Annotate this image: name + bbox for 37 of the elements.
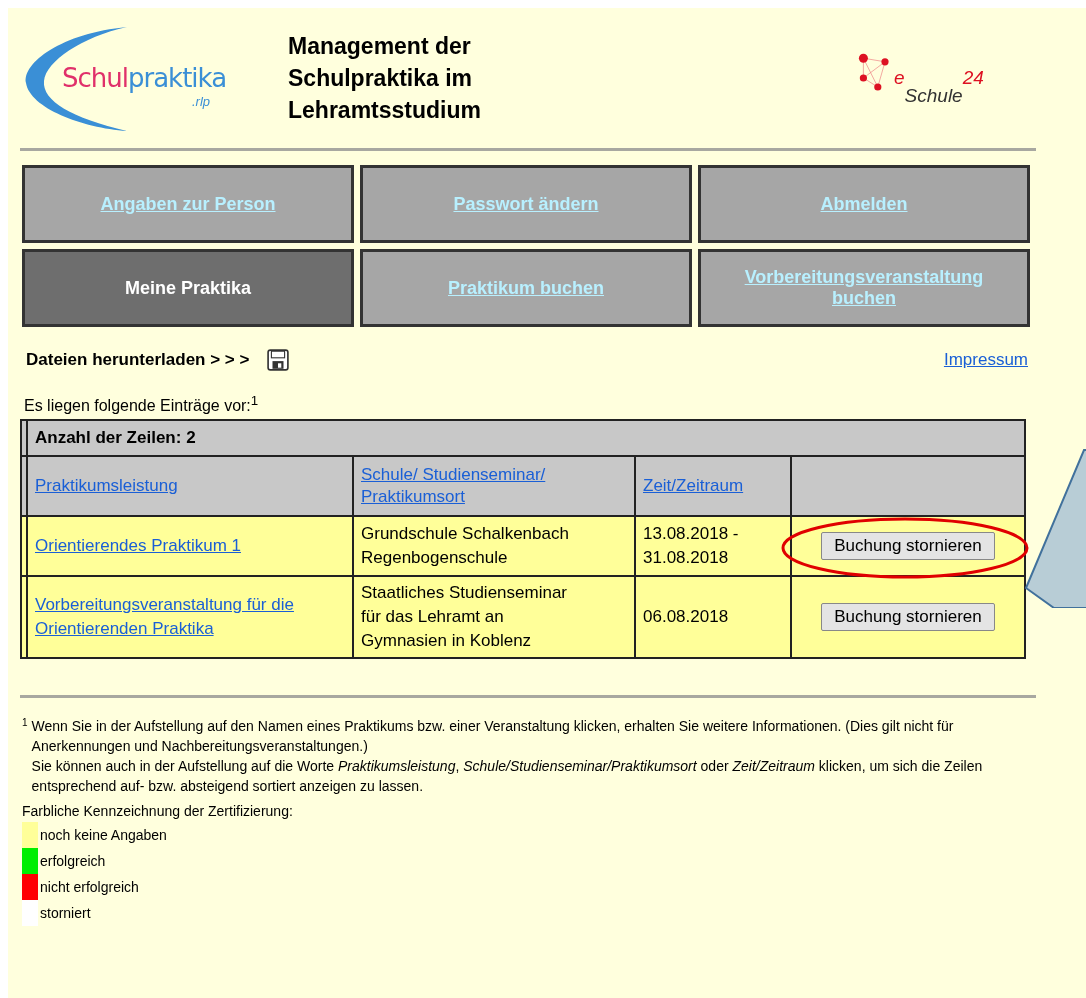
nav-tile[interactable]: Praktikum buchen	[360, 249, 692, 327]
nav-tile[interactable]: Angaben zur Person	[22, 165, 354, 243]
sort-link[interactable]: Zeit/Zeitraum	[643, 475, 783, 498]
nav-tile[interactable]: Vorbereitungsveranstaltung buchen	[698, 249, 1030, 327]
table-cell: Grundschule Schalkenbach Regenbogenschule	[353, 516, 635, 577]
footnote-text: Wenn Sie in der Aufstellung auf den Namen eines Praktikums bzw. einer Veranstaltung klicken, erhalten Sie weitere Informationen. (Dies gilt nicht für Anerkennungen und Nachbereitungsveranstaltungen.)	[31, 717, 955, 757]
table-cell: Staatliches Studienseminar für das Lehramt an Gymnasien in Koblenz	[353, 576, 635, 659]
nav-link[interactable]: Praktikum buchen	[447, 277, 604, 299]
legend-label: erfolgreich	[40, 853, 106, 870]
nav-tile[interactable]: Meine Praktika	[22, 249, 354, 327]
nav-link[interactable]: Abmelden	[820, 193, 908, 215]
sort-link[interactable]: Praktikumsleistung	[35, 475, 345, 498]
save-icon[interactable]	[267, 349, 290, 371]
sort-link[interactable]: Schule/ Studienseminar/ Praktikumsort	[361, 464, 627, 509]
legend-label: noch keine Angaben	[40, 827, 167, 844]
nav-link[interactable]: Passwort ändern	[453, 193, 599, 215]
legend-label: nicht erfolgreich	[40, 879, 139, 896]
cancel-booking-button[interactable]: Buchung stornieren	[821, 532, 995, 561]
nav-tile[interactable]: Abmelden	[698, 165, 1030, 243]
row-count: Anzahl der Zeilen: 2	[27, 420, 1025, 457]
intro-text: Es liegen folgende Einträge vor:$^{1}$	[24, 393, 260, 416]
footnote-text: Sie können auch in der Aufstellung auf die Worte Praktikumsleistung, Schule/Studienseminar/Praktikumsort oder Zeit/Zeitraum klicken, um sich die Zeilen entsprechend auf- bzw. absteigend sortiert anzeigen zu lassen.	[31, 757, 984, 797]
nav-link[interactable]: Vorbereitungsveranstaltung buchen	[721, 267, 1007, 309]
eschule-logo: e Schule 24	[858, 49, 984, 107]
page-title: Management der Schulpraktika im Lehramtsstudium	[288, 32, 482, 125]
impressum-link[interactable]: Impressum	[943, 350, 1028, 370]
nav-tile[interactable]: Passwort ändern	[360, 165, 692, 243]
table-cell: 06.08.2018	[635, 576, 791, 659]
nav-link[interactable]: Angaben zur Person	[100, 193, 276, 215]
downloads-label: Dateien herunterladen > > >	[26, 350, 250, 370]
schulpraktika-logo: Schulpraktika .rlp	[22, 22, 242, 134]
cancel-booking-button[interactable]: Buchung stornieren	[821, 603, 995, 632]
table-cell: 13.08.2018 - 31.08.2018	[635, 516, 791, 577]
legend-title: Farbliche Kennzeichnung der Zertifizierung:	[22, 802, 294, 822]
nav-label: Meine Praktika	[124, 277, 252, 299]
footnote-mark: 1	[22, 716, 28, 731]
legend-label: storniert	[40, 905, 91, 922]
